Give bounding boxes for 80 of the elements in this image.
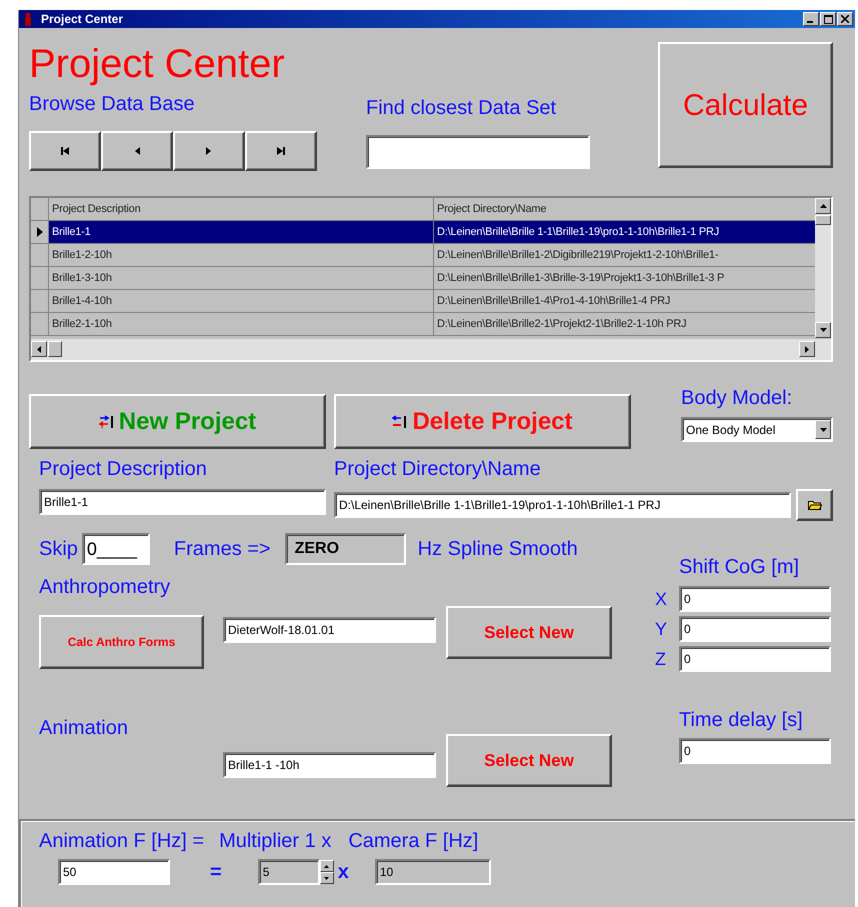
dropdown-arrow-icon (820, 428, 826, 432)
spin-buttons[interactable] (320, 860, 334, 884)
field-label: Frames => (174, 537, 271, 561)
field-label: Camera F [Hz] (348, 829, 478, 853)
spin-up-icon (324, 864, 330, 868)
next-record-button[interactable] (173, 131, 245, 171)
description-field[interactable]: Brille1-1 (39, 489, 326, 515)
axis-label: Y (655, 618, 668, 641)
table-cell[interactable]: Brille1-2-10h (49, 244, 434, 266)
camera-frequency-field[interactable]: 10 (374, 859, 491, 885)
folder-icon (808, 500, 822, 510)
column-header[interactable]: Project Description (49, 198, 434, 220)
scroll-up-icon (820, 204, 826, 208)
directory-field[interactable]: D:\Leinen\Brille\Brille 1-1\Brille1-19\pro1-1-10h\Brille1-1 PRJ (334, 492, 791, 518)
close-icon (841, 15, 849, 23)
field-label: Skip (39, 537, 78, 561)
spin-down-icon (324, 876, 330, 880)
close-button[interactable] (837, 12, 853, 26)
arrows-icon (392, 414, 408, 428)
section-label: Browse Data Base (29, 92, 195, 116)
section-label: Animation (39, 716, 128, 740)
first-record-icon (61, 147, 69, 155)
field-label: Hz Spline Smooth (418, 537, 578, 561)
field-label: Multiplier 1 x (219, 829, 332, 853)
table-cell[interactable]: Brille1-3-10h (49, 267, 434, 289)
table-cell[interactable]: Brille1-1 (49, 221, 434, 243)
times-sign: x (338, 860, 349, 884)
field-label: Body Model: (681, 386, 792, 410)
multiplier-field[interactable]: 5 (258, 859, 320, 885)
last-record-icon (277, 147, 285, 155)
field-label: Shift CoG [m] (679, 555, 800, 579)
horizontal-scrollbar[interactable] (31, 338, 831, 360)
body-model-dropdown[interactable]: One Body Model (681, 417, 833, 442)
window-title: Project Center (41, 11, 124, 28)
next-record-icon (205, 147, 213, 155)
scroll-left-icon (37, 346, 41, 352)
table-cell[interactable]: D:\Leinen\Brille\Brille 1-1\Brille1-19\pro1-1-10h\Brille1-1 PRJ (434, 221, 816, 243)
last-record-button[interactable] (245, 131, 317, 171)
time-delay-field[interactable]: 0 (679, 738, 831, 764)
first-record-button[interactable] (29, 131, 101, 171)
field-label: Animation F [Hz] = (39, 829, 204, 853)
field-label: Time delay [s] (679, 708, 803, 732)
minimize-button[interactable] (803, 12, 819, 26)
table-cell[interactable]: Brille2-1-10h (49, 313, 434, 335)
section-label: Anthropometry (39, 575, 170, 599)
field-label: Project Directory\Name (334, 457, 541, 481)
maximize-button[interactable] (820, 12, 836, 26)
offset-field[interactable]: 0 (679, 646, 831, 672)
search-field[interactable] (366, 135, 590, 169)
table-cell[interactable]: Brille1-4-10h (49, 290, 434, 312)
app-icon (23, 12, 33, 26)
field-label: Project Description (39, 457, 207, 481)
axis-label: Z (655, 648, 667, 671)
scroll-right-icon (805, 346, 809, 352)
equals-sign: = (210, 860, 222, 884)
smoothing-field[interactable]: ZERO (284, 533, 406, 565)
anthropometry-field[interactable]: DieterWolf-18.01.01 (223, 617, 436, 643)
scroll-thumb[interactable] (48, 341, 62, 357)
table-cell[interactable]: D:\Leinen\Brille\Brille1-3\Brille-3-19\Projekt1-3-10h\Brille1-3 P (434, 267, 816, 289)
table-cell[interactable]: D:\Leinen\Brille\Brille2-1\Projekt2-1\Brille2-1-10h PRJ (434, 313, 816, 335)
vertical-scrollbar[interactable] (815, 198, 831, 338)
offset-field[interactable]: 0 (679, 616, 831, 642)
row-pointer-icon (36, 227, 42, 237)
offset-field[interactable]: 0 (679, 586, 831, 612)
page-heading: Project Center (29, 42, 286, 86)
skip-field[interactable]: 0____ (82, 533, 150, 565)
column-header[interactable]: Project Directory\Name (434, 198, 816, 220)
table-cell[interactable]: D:\Leinen\Brille\Brille1-4\Pro1-4-10h\Brille1-4 PRJ (434, 290, 816, 312)
table-cell[interactable]: D:\Leinen\Brille\Brille1-2\Digibrille219\Projekt1-2-10h\Brille1- (434, 244, 816, 266)
animation-frequency-field[interactable]: 50 (58, 859, 170, 885)
scroll-down-icon (820, 328, 826, 332)
previous-record-button[interactable] (101, 131, 173, 171)
maximize-icon (824, 14, 832, 24)
field-label: Find closest Data Set (366, 96, 556, 120)
browse-folder-button[interactable] (796, 489, 833, 521)
scroll-thumb[interactable] (815, 215, 831, 225)
arrows-icon (98, 414, 115, 428)
previous-record-icon (133, 147, 141, 155)
axis-label: X (655, 588, 668, 611)
animation-field[interactable]: Brille1-1 -10h (223, 752, 436, 778)
